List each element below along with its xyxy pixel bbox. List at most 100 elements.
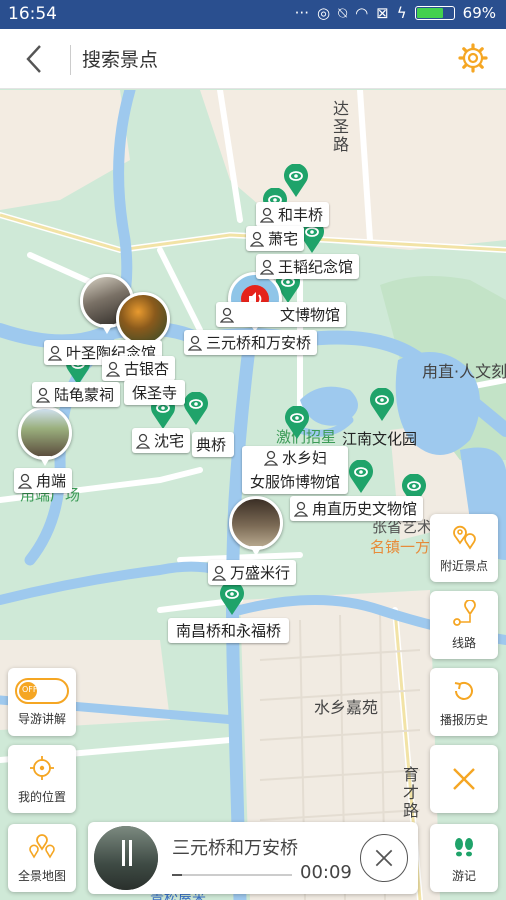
- poi-label-gu-yinxing[interactable]: 古银杏: [102, 356, 176, 381]
- broadcast-history-button[interactable]: 播报历史: [430, 668, 498, 736]
- poi-label-nanchang-bridge[interactable]: 南昌桥和永福桥: [168, 618, 290, 643]
- poi-label-text: 保圣寺: [132, 384, 178, 402]
- person-icon: [18, 473, 32, 489]
- route-icon: [453, 599, 476, 626]
- header-divider: [70, 45, 71, 75]
- nearby-attractions-button[interactable]: 附近景点: [430, 514, 498, 582]
- poi-photo: [18, 406, 72, 460]
- history-icon: [454, 681, 473, 700]
- route-label: 线路: [451, 635, 476, 650]
- poi-photo-pin[interactable]: [229, 496, 283, 558]
- travel-label: 游记: [451, 868, 476, 883]
- poi-label-xiao-zhai[interactable]: 萧宅: [246, 226, 305, 251]
- close-icon[interactable]: [360, 834, 408, 882]
- poi-pin-icon[interactable]: [369, 388, 395, 422]
- route-button[interactable]: 线路: [430, 591, 498, 659]
- fullmap-label: 全景地图: [17, 868, 66, 883]
- location-label: 我的位置: [17, 789, 66, 804]
- map-pins-icon: [29, 833, 55, 859]
- poi-label-wenbo[interactable]: 文博物馆: [216, 302, 347, 327]
- signal-dots-icon: ···: [294, 4, 309, 22]
- pause-bar: [129, 840, 132, 866]
- person-icon: [136, 433, 150, 449]
- poi-label-dian-bridge[interactable]: 典桥: [192, 432, 235, 457]
- player-title: 三元桥和万安桥: [172, 838, 298, 859]
- poi-label-text: 文博物馆: [280, 306, 341, 324]
- search-attractions-input[interactable]: 搜索景点: [82, 45, 158, 72]
- nearby-label: 附近景点: [439, 558, 488, 573]
- person-icon: [220, 307, 234, 323]
- person-icon: [106, 361, 120, 377]
- poi-pin-icon[interactable]: [219, 582, 245, 616]
- back-arrow-icon[interactable]: [18, 41, 52, 77]
- poi-label-text: 典桥: [196, 436, 227, 454]
- player-progress-fill: [172, 874, 182, 876]
- person-icon: [36, 387, 50, 403]
- audio-guide-toggle[interactable]: OFF 导游讲解: [8, 668, 76, 736]
- mute-icon: ⍉: [338, 4, 348, 22]
- poi-label-text: 万盛米行: [230, 564, 291, 582]
- poi-pin-icon[interactable]: [348, 460, 374, 494]
- map-label-jiangnan-park: 江南文化园: [342, 430, 418, 448]
- map-label-yucai-road: 育才路: [400, 766, 419, 820]
- full-map-button[interactable]: 全景地图: [8, 824, 76, 892]
- person-icon: [188, 335, 202, 351]
- sync-icon: ◎: [316, 4, 331, 22]
- poi-label-text: 陆龟蒙祠: [54, 386, 115, 404]
- audio-player[interactable]: 三元桥和万安桥 00:09: [88, 822, 418, 894]
- poi-label-luzhi-history[interactable]: 甪直历史文物馆: [290, 496, 424, 521]
- poi-label-wansheng-rice[interactable]: 万盛米行: [208, 560, 297, 585]
- travel-notes-button[interactable]: 游记: [430, 824, 498, 892]
- map-label-mingzhen: 名镇一方: [370, 538, 431, 556]
- battery-icon: [414, 6, 455, 20]
- person-icon: [212, 565, 226, 581]
- poi-label-luduan[interactable]: 甪端: [14, 468, 73, 493]
- poi-label-text: 南昌桥和永福桥: [176, 622, 282, 640]
- poi-photo-pin[interactable]: [18, 406, 72, 468]
- poi-label-wangtao[interactable]: 王韬纪念馆: [256, 254, 360, 279]
- charging-icon: ϟ: [396, 4, 407, 22]
- person-icon: [260, 259, 274, 275]
- app-header: 搜索景点: [0, 29, 506, 89]
- player-thumbnail: [94, 826, 158, 890]
- poi-label-text: 沈宅: [154, 432, 185, 450]
- map-pin-icon: [453, 525, 476, 550]
- toggle-switch: OFF: [15, 677, 69, 704]
- gear-icon[interactable]: [458, 43, 488, 73]
- poi-pin-icon[interactable]: [284, 406, 310, 440]
- poi-label-text: 和丰桥: [278, 206, 324, 224]
- person-icon: [260, 207, 274, 223]
- poi-label-lugui-meng[interactable]: 陆龟蒙祠: [32, 382, 121, 407]
- player-time: 00:09: [300, 862, 352, 883]
- player-progress-bar[interactable]: [172, 874, 292, 876]
- close-panel-button[interactable]: [430, 745, 498, 813]
- battery-percent: 69%: [462, 4, 496, 22]
- footprints-icon: [455, 837, 473, 856]
- close-icon: [453, 768, 475, 790]
- poi-label-shen-zhai[interactable]: 沈宅: [132, 428, 191, 453]
- poi-label-sanyuan-bridge[interactable]: 三元桥和万安桥: [184, 330, 318, 355]
- crosshair-icon: [30, 755, 54, 780]
- person-icon: [250, 231, 264, 247]
- poi-label-text: 女服饰博物馆: [250, 473, 341, 491]
- wifi-icon: ◠: [355, 4, 369, 22]
- pause-bar: [122, 840, 125, 866]
- person-icon: [48, 345, 62, 361]
- poi-label-women-costume-museum[interactable]: 水乡妇 女服饰博物馆: [242, 446, 349, 494]
- person-icon: [294, 501, 308, 517]
- clock: 16:54: [8, 4, 57, 24]
- poi-label-text: 古银杏: [124, 360, 170, 378]
- my-location-button[interactable]: 我的位置: [8, 745, 76, 813]
- map-label-luzhi-renwen: 甪直·人文刻: [422, 362, 506, 381]
- map-label-shuixiang-jiayuan: 水乡嘉苑: [314, 698, 379, 717]
- person-icon: [264, 450, 278, 466]
- poi-label-baosheng-temple[interactable]: 保圣寺: [124, 380, 186, 405]
- poi-label-text: 甪端: [36, 472, 67, 490]
- status-bar: 16:54 ··· ◎ ⍉ ◠ ⊠ ϟ 69%: [0, 0, 506, 29]
- guide-label: 导游讲解: [17, 711, 66, 726]
- poi-label-text: 萧宅: [268, 230, 299, 248]
- poi-photo: [229, 496, 283, 550]
- poi-label-text: 王韬纪念馆: [278, 258, 354, 276]
- poi-pin-icon[interactable]: [183, 392, 209, 426]
- poi-label-hefeng-bridge[interactable]: 和丰桥: [256, 202, 330, 227]
